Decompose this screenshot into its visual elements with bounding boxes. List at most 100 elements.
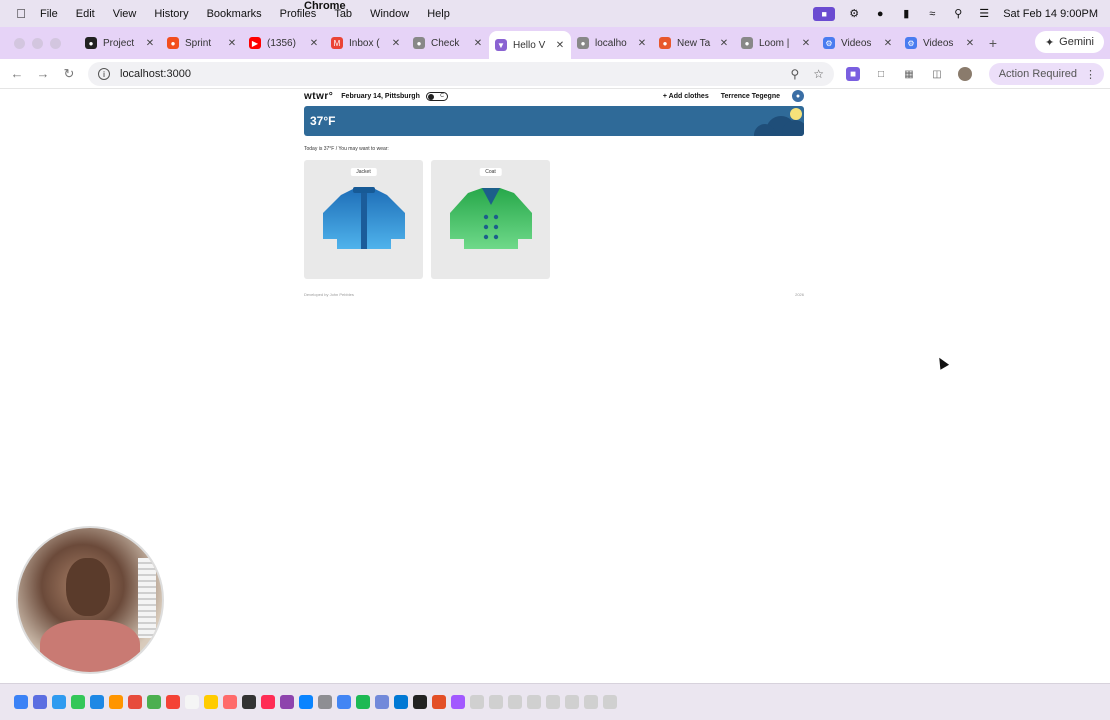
appstore-icon[interactable]	[299, 695, 313, 709]
tab-project[interactable]: ● Project ✕	[79, 30, 161, 56]
minimize-window-icon[interactable]	[32, 37, 43, 49]
trash-icon[interactable]	[603, 695, 617, 709]
terminal-icon[interactable]	[413, 695, 427, 709]
menu-clock[interactable]: Sat Feb 14 9:00PM	[1003, 8, 1098, 20]
podcasts-icon[interactable]	[280, 695, 294, 709]
webcam-overlay	[16, 526, 164, 674]
apple-icon[interactable]: 	[14, 6, 28, 21]
brave-icon[interactable]	[432, 695, 446, 709]
extension-grey-icon[interactable]: □	[874, 67, 888, 81]
reminders-icon[interactable]	[223, 695, 237, 709]
appletv-icon[interactable]	[242, 695, 256, 709]
battery-icon[interactable]: ▮	[899, 8, 913, 20]
headset-icon[interactable]: ●	[873, 8, 887, 20]
tab-hello-active[interactable]: ▼ Hello V ✕	[489, 31, 571, 59]
finder-icon[interactable]	[14, 695, 28, 709]
gemini-button[interactable]: ✦ Gemini	[1034, 31, 1104, 53]
new-tab-button[interactable]: +	[981, 35, 1005, 51]
messages-icon[interactable]	[71, 695, 85, 709]
menu-file[interactable]: File	[40, 8, 58, 20]
folder-icon[interactable]	[508, 695, 522, 709]
extension-icon[interactable]: ■	[846, 67, 860, 81]
close-icon[interactable]: ✕	[145, 38, 155, 49]
menu-history[interactable]: History	[154, 8, 188, 20]
control-center-icon[interactable]: ☰	[977, 8, 991, 20]
side-panel-icon[interactable]: ◫	[930, 67, 944, 81]
puzzle-icon[interactable]: ▦	[902, 67, 916, 81]
back-arrow-icon[interactable]: ←	[4, 66, 30, 81]
safari-icon[interactable]	[52, 695, 66, 709]
window-thumb-icon[interactable]	[546, 695, 560, 709]
vscode-icon[interactable]	[394, 695, 408, 709]
tab-check[interactable]: ● Check ✕	[407, 30, 489, 56]
close-icon[interactable]: ✕	[391, 38, 401, 49]
close-window-icon[interactable]	[14, 37, 25, 49]
search-icon[interactable]: ⚲	[951, 8, 965, 20]
action-required-button[interactable]: Action Required ⋮	[988, 63, 1104, 85]
close-icon[interactable]: ✕	[965, 38, 975, 49]
close-icon[interactable]: ✕	[473, 38, 483, 49]
more-vertical-icon[interactable]: ⋮	[1085, 68, 1096, 81]
temperature-unit-toggle[interactable]: C	[425, 91, 448, 101]
profile-avatar-icon[interactable]	[958, 67, 972, 81]
music-icon[interactable]	[261, 695, 275, 709]
menu-app-name[interactable]: Chrome	[304, 0, 804, 12]
wifi-icon[interactable]: ≈	[925, 8, 939, 20]
window-blinds	[138, 558, 156, 638]
add-clothes-button[interactable]: + Add clothes	[663, 93, 709, 100]
facetime-icon[interactable]	[147, 695, 161, 709]
reload-icon[interactable]: ↻	[56, 66, 82, 82]
menu-bookmarks[interactable]: Bookmarks	[207, 8, 262, 20]
tab-gmail[interactable]: M Inbox ( ✕	[325, 30, 407, 56]
close-icon[interactable]: ✕	[637, 38, 647, 49]
gear-icon: ⚙	[905, 37, 917, 49]
forward-arrow-icon[interactable]: →	[30, 66, 56, 81]
spotify-icon[interactable]	[356, 695, 370, 709]
close-icon[interactable]: ✕	[801, 38, 811, 49]
menu-view[interactable]: View	[113, 8, 137, 20]
menu-edit[interactable]: Edit	[76, 8, 95, 20]
address-bar[interactable]: i localhost:3000 ⚲ ☆	[88, 62, 834, 86]
tab-videos-1[interactable]: ⚙ Videos ✕	[817, 30, 899, 56]
close-icon[interactable]: ✕	[309, 38, 319, 49]
screenshot-icon[interactable]	[489, 695, 503, 709]
launchpad-icon[interactable]	[33, 695, 47, 709]
close-icon[interactable]: ✕	[719, 38, 729, 49]
user-avatar[interactable]: ●	[792, 90, 804, 102]
username[interactable]: Terrence Tegegne	[721, 93, 780, 100]
maps-icon[interactable]	[109, 695, 123, 709]
app-logo[interactable]: wtwr°	[304, 91, 333, 102]
window-thumb-icon[interactable]	[527, 695, 541, 709]
zoom-icon[interactable]: ⚲	[790, 67, 799, 81]
gear-icon[interactable]: ⚙	[847, 8, 861, 20]
notes-icon[interactable]	[204, 695, 218, 709]
contacts-icon[interactable]	[185, 695, 199, 709]
settings-icon[interactable]	[318, 695, 332, 709]
screen-record-icon[interactable]: ■	[813, 6, 836, 21]
tab-youtube[interactable]: ▶ (1356) ✕	[243, 30, 325, 56]
bookmark-star-icon[interactable]: ☆	[813, 67, 824, 81]
clothing-card-coat[interactable]: Coat	[431, 160, 550, 279]
close-icon[interactable]: ✕	[883, 38, 893, 49]
mail-icon[interactable]	[90, 695, 104, 709]
clothing-card-jacket[interactable]: Jacket	[304, 160, 423, 279]
photos-icon[interactable]	[128, 695, 142, 709]
close-icon[interactable]: ✕	[227, 38, 237, 49]
downloads-icon[interactable]	[470, 695, 484, 709]
calendar-icon[interactable]	[166, 695, 180, 709]
window-thumb-icon[interactable]	[584, 695, 598, 709]
figma-icon[interactable]	[451, 695, 465, 709]
tab-loom[interactable]: ● Loom | ✕	[735, 30, 817, 56]
discord-icon[interactable]	[375, 695, 389, 709]
address-url[interactable]: localhost:3000	[120, 68, 191, 80]
window-thumb-icon[interactable]	[565, 695, 579, 709]
vite-icon: ▼	[495, 39, 507, 51]
zoom-window-icon[interactable]	[50, 37, 61, 49]
tab-sprint[interactable]: ● Sprint ✕	[161, 30, 243, 56]
site-info-icon[interactable]: i	[98, 68, 110, 80]
chrome-icon[interactable]	[337, 695, 351, 709]
tab-new-tab[interactable]: ● New Ta ✕	[653, 30, 735, 56]
close-icon[interactable]: ✕	[555, 40, 565, 51]
tab-localhost[interactable]: ● localho ✕	[571, 30, 653, 56]
tab-videos-2[interactable]: ⚙ Videos ✕	[899, 30, 981, 56]
